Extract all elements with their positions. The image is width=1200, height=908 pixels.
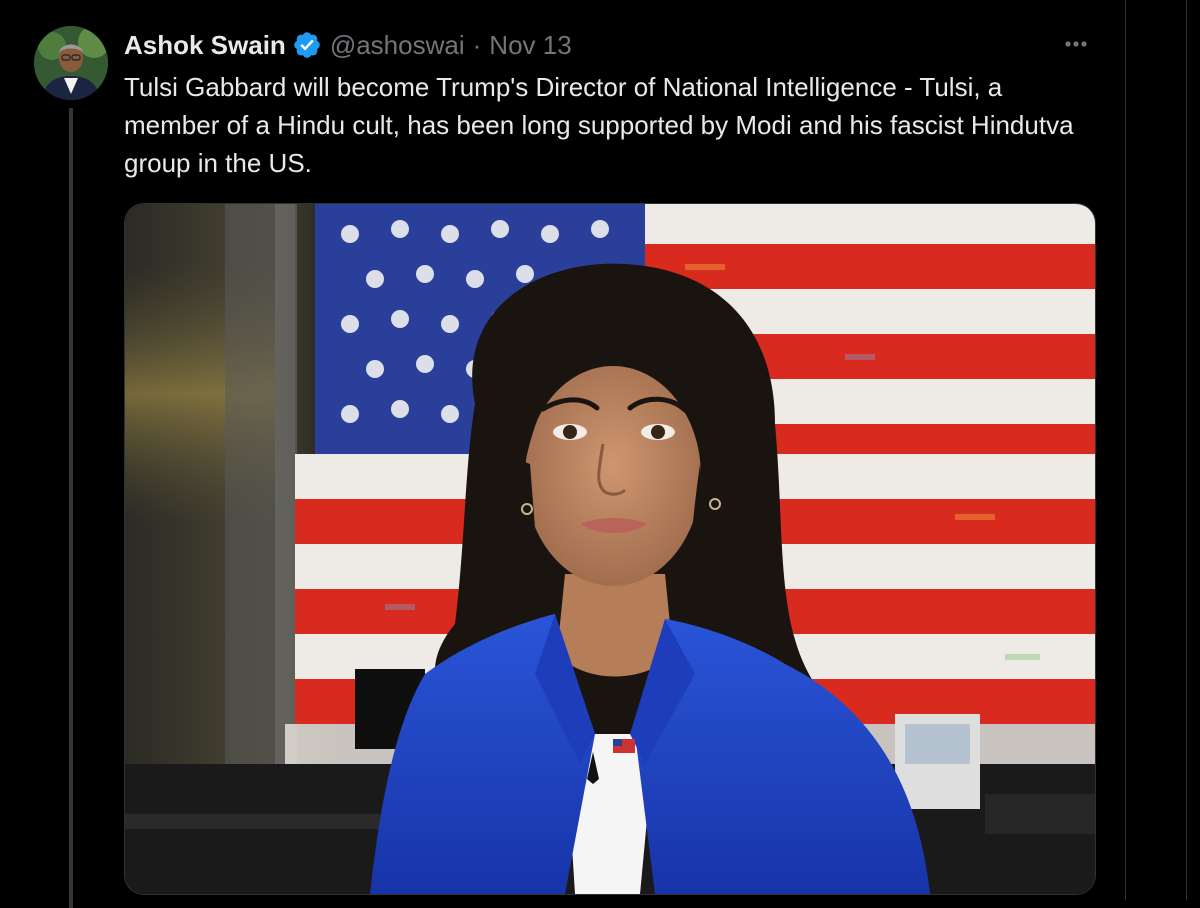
author-avatar[interactable] bbox=[34, 26, 108, 100]
photo-image bbox=[125, 204, 1095, 894]
header-separator: · bbox=[472, 29, 482, 60]
tweet-header: Ashok Swain @ashoswai · Nov 13 bbox=[124, 28, 572, 62]
thread-connector-line bbox=[69, 108, 73, 908]
tweet-card[interactable]: Ashok Swain @ashoswai · Nov 13 Tulsi Gab… bbox=[0, 0, 1125, 908]
tweet-timestamp[interactable]: Nov 13 bbox=[489, 30, 571, 61]
tweet-text: Tulsi Gabbard will become Trump's Direct… bbox=[124, 72, 1074, 178]
verified-badge-icon[interactable] bbox=[292, 30, 322, 60]
sidebar-column-border bbox=[1186, 0, 1187, 900]
avatar-image bbox=[34, 26, 108, 100]
more-horizontal-icon[interactable] bbox=[1050, 26, 1102, 62]
timeline-column-border bbox=[1125, 0, 1126, 900]
author-handle[interactable]: @ashoswai bbox=[330, 30, 465, 61]
author-name[interactable]: Ashok Swain bbox=[124, 30, 286, 61]
tweet-media-photo[interactable] bbox=[124, 203, 1096, 895]
